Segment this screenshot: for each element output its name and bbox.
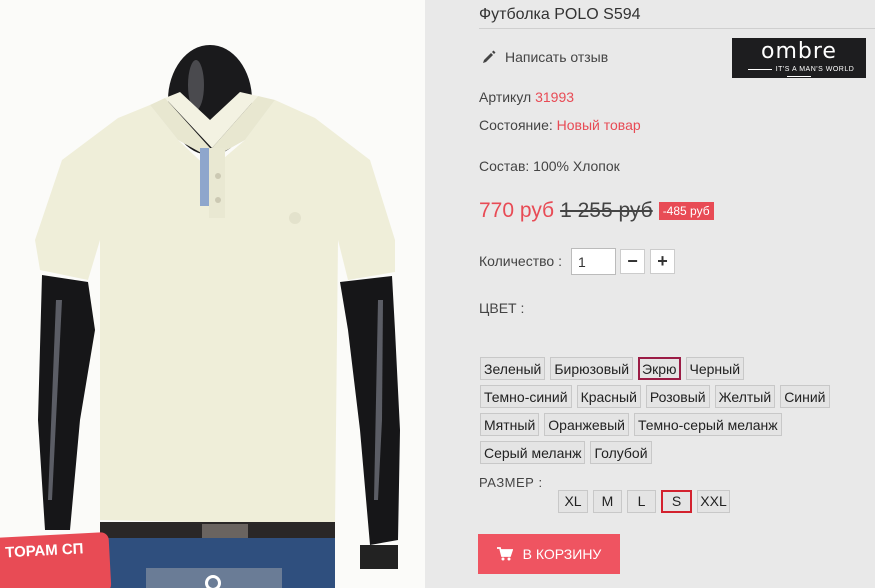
size-option[interactable]: M (593, 490, 622, 513)
quantity-input[interactable] (571, 248, 616, 275)
promo-badge: ТОРАМ СП (0, 531, 112, 588)
product-title: Футболка POLO S594 (479, 6, 641, 23)
brand-logo[interactable]: ombre IT'S A MAN'S WORLD (732, 38, 866, 78)
product-photo (35, 45, 400, 588)
color-option[interactable]: Голубой (590, 441, 652, 464)
sku: Артикул 31993 (479, 89, 574, 105)
sku-label: Артикул (479, 89, 532, 105)
sku-value: 31993 (535, 89, 575, 105)
color-option[interactable]: Бирюзовый (550, 357, 634, 380)
product-image[interactable]: ТОРАМ СП (0, 0, 425, 588)
old-price: 1 255 руб (560, 199, 653, 222)
quantity-label: Количество : (479, 253, 562, 269)
color-option[interactable]: Синий (780, 385, 830, 408)
quantity-minus-button[interactable]: − (620, 249, 645, 274)
color-label: ЦВЕТ : (479, 300, 525, 316)
pencil-icon (483, 50, 496, 63)
size-option[interactable]: XXL (697, 490, 730, 513)
divider (479, 28, 875, 29)
color-option[interactable]: Оранжевый (544, 413, 629, 436)
color-option[interactable]: Красный (576, 385, 641, 408)
condition-value: Новый товар (556, 117, 641, 133)
cart-button-label: В КОРЗИНУ (522, 546, 602, 562)
zoom-icon[interactable] (205, 575, 221, 588)
brand-name: ombre (761, 39, 837, 64)
color-option[interactable]: Черный (685, 357, 745, 380)
discount-badge: -485 руб (658, 202, 714, 220)
add-to-cart-button[interactable]: В КОРЗИНУ (478, 534, 620, 574)
color-option-selected[interactable]: Экрю (638, 357, 681, 380)
size-label: РАЗМЕР : (479, 475, 543, 490)
color-option[interactable]: Темно-синий (480, 385, 572, 408)
size-option-selected[interactable]: S (661, 490, 692, 513)
color-options: Зеленый Бирюзовый Экрю Черный Темно-сини… (480, 357, 840, 464)
size-option[interactable]: XL (558, 490, 588, 513)
review-label: Написать отзыв (505, 49, 609, 65)
cart-icon (496, 547, 513, 561)
price: 770 руб (479, 199, 555, 222)
color-option[interactable]: Серый меланж (480, 441, 586, 464)
product-info: Футболка POLO S594 Написать отзыв ombre … (425, 0, 875, 588)
color-option[interactable]: Мятный (480, 413, 540, 436)
brand-tagline: IT'S A MAN'S WORLD (732, 66, 866, 80)
size-options: XL M L S XXL (558, 490, 730, 513)
write-review-link[interactable]: Написать отзыв (482, 49, 608, 65)
color-option[interactable]: Темно-серый меланж (633, 413, 782, 436)
color-option[interactable]: Зеленый (480, 357, 546, 380)
condition-label: Состояние: (479, 117, 553, 133)
composition: Состав: 100% Хлопок (479, 158, 620, 174)
color-option[interactable]: Желтый (714, 385, 776, 408)
size-option[interactable]: L (627, 490, 656, 513)
price-row: 770 руб 1 255 руб -485 руб (479, 199, 714, 223)
color-option[interactable]: Розовый (645, 385, 710, 408)
quantity-plus-button[interactable]: + (650, 249, 675, 274)
condition: Состояние: Новый товар (479, 117, 641, 133)
